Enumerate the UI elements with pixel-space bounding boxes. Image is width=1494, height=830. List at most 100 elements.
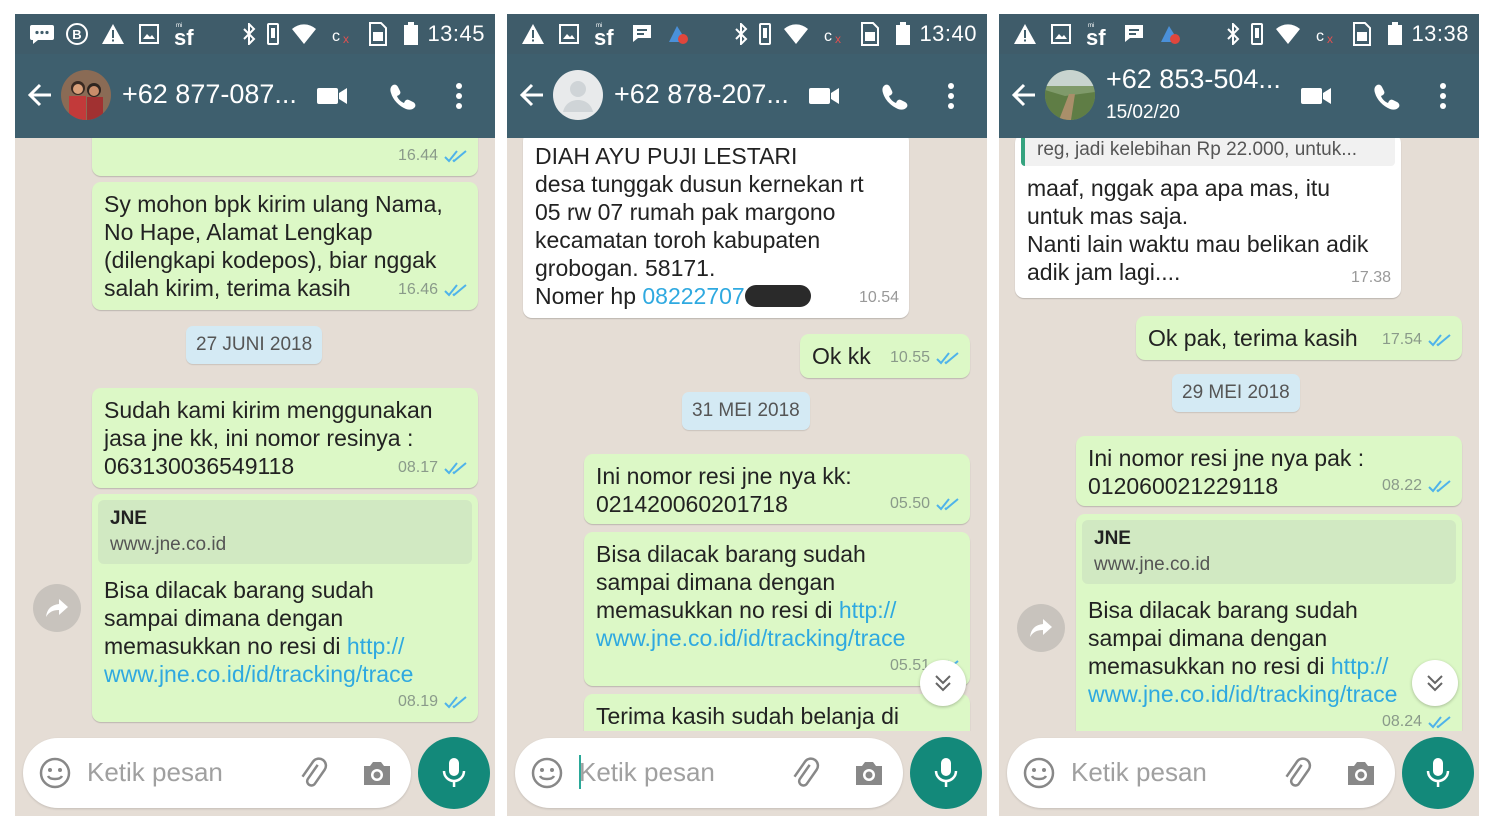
read-ticks-icon bbox=[1428, 334, 1451, 347]
read-ticks-icon bbox=[444, 284, 467, 297]
contact-name[interactable]: +62 853-504... bbox=[1106, 64, 1281, 95]
phone-link[interactable]: 08222707 bbox=[642, 283, 744, 309]
message-input-bar[interactable]: Ketik pesan bbox=[515, 738, 903, 808]
reply-message-bubble[interactable]: reg, jadi kelebihan Rp 22.000, untuk... … bbox=[1015, 138, 1401, 298]
emoji-icon[interactable] bbox=[1023, 757, 1055, 789]
more-options-icon[interactable] bbox=[939, 82, 973, 110]
back-arrow-icon[interactable] bbox=[1011, 80, 1037, 110]
image-icon bbox=[139, 22, 159, 46]
sim-icon bbox=[367, 22, 389, 46]
link-preview-title: JNE bbox=[1094, 528, 1131, 549]
bbm-icon: B bbox=[65, 22, 89, 46]
video-call-icon[interactable] bbox=[807, 82, 841, 110]
message-input[interactable]: Ketik pesan bbox=[87, 757, 223, 788]
forward-button[interactable] bbox=[33, 584, 81, 632]
microphone-icon bbox=[442, 758, 466, 787]
attach-icon[interactable] bbox=[1279, 756, 1313, 790]
message-bubble[interactable]: Sudah kami kirim menggunakan jasa jne kk… bbox=[92, 388, 478, 488]
vibrate-icon bbox=[757, 22, 773, 46]
attach-icon[interactable] bbox=[295, 756, 329, 790]
voice-call-icon[interactable] bbox=[1371, 82, 1405, 110]
svg-text:c: c bbox=[1316, 28, 1324, 44]
link-message-bubble[interactable]: JNE www.jne.co.id Bisa dilacak barang su… bbox=[1076, 514, 1462, 731]
message-text: Bisa dilacak barang sudah sampai dimana … bbox=[104, 577, 374, 659]
read-ticks-icon bbox=[444, 462, 467, 475]
voice-call-icon[interactable] bbox=[879, 82, 913, 110]
message-bubble[interactable]: Terima kasih sudah belanja di bbox=[584, 694, 970, 731]
message-time: 08.22 bbox=[1381, 477, 1422, 494]
message-time: 08.19 bbox=[397, 693, 438, 710]
svg-text:mi: mi bbox=[596, 23, 602, 29]
voice-record-button[interactable] bbox=[418, 737, 490, 809]
avatar[interactable] bbox=[61, 70, 111, 120]
attach-icon[interactable] bbox=[787, 756, 821, 790]
message-bubble-incoming[interactable]: DIAH AYU PUJI LESTARI desa tunggak dusun… bbox=[523, 138, 909, 318]
message-input-bar[interactable]: Ketik pesan bbox=[23, 738, 411, 808]
chat-area[interactable]: reg, jadi kelebihan Rp 22.000, untuk... … bbox=[999, 138, 1479, 731]
message-bubble[interactable]: Ini nomor resi jne nya pak : 01206002122… bbox=[1076, 436, 1462, 506]
link-message-bubble[interactable]: JNE www.jne.co.id Bisa dilacak barang su… bbox=[92, 494, 478, 722]
message-time: 08.17 bbox=[397, 459, 438, 476]
default-avatar[interactable] bbox=[553, 70, 603, 120]
sf-app-icon: sf mi bbox=[593, 22, 621, 47]
wifi-icon bbox=[783, 22, 809, 46]
message-text: Bisa dilacak barang sudah sampai dimana … bbox=[596, 541, 866, 623]
camera-icon[interactable] bbox=[361, 758, 393, 788]
avatar[interactable] bbox=[1045, 70, 1095, 120]
message-input[interactable]: Ketik pesan bbox=[1071, 757, 1207, 788]
messages-notification-icon bbox=[29, 22, 55, 46]
message-bubble[interactable]: Ini nomor resi jne nya kk: 0214200602017… bbox=[584, 454, 970, 524]
camera-icon[interactable] bbox=[853, 758, 885, 788]
message-input-bar[interactable]: Ketik pesan bbox=[1007, 738, 1395, 808]
scroll-to-bottom-button[interactable] bbox=[1412, 660, 1458, 706]
chat-header: +62 878-207... bbox=[507, 54, 987, 138]
bluetooth-icon bbox=[733, 22, 749, 46]
warning-icon bbox=[101, 22, 125, 46]
message-bubble[interactable]: Ok pak, terima kasih 17.54 bbox=[1136, 316, 1462, 360]
video-call-icon[interactable] bbox=[315, 82, 349, 110]
battery-icon bbox=[403, 22, 419, 46]
status-time: 13:40 bbox=[919, 21, 977, 46]
link-preview[interactable]: JNE www.jne.co.id bbox=[1082, 520, 1456, 584]
emoji-icon[interactable] bbox=[39, 757, 71, 789]
contact-name[interactable]: +62 877-087... bbox=[122, 79, 297, 110]
voice-call-icon[interactable] bbox=[387, 82, 421, 110]
double-chevron-down-icon bbox=[1427, 675, 1443, 692]
voice-record-button[interactable] bbox=[910, 737, 982, 809]
svg-text:mi: mi bbox=[176, 23, 182, 29]
read-ticks-icon bbox=[936, 352, 959, 365]
forward-button[interactable] bbox=[1017, 604, 1065, 652]
vibrate-icon bbox=[265, 22, 281, 46]
camera-icon[interactable] bbox=[1345, 758, 1377, 788]
quoted-message[interactable]: reg, jadi kelebihan Rp 22.000, untuk... bbox=[1021, 138, 1395, 166]
status-time: 13:38 bbox=[1411, 21, 1469, 46]
more-options-icon[interactable] bbox=[1431, 82, 1465, 110]
date-divider: 29 MEI 2018 bbox=[1172, 374, 1300, 412]
voice-record-button[interactable] bbox=[1402, 737, 1474, 809]
link-preview[interactable]: JNE www.jne.co.id bbox=[98, 500, 472, 564]
video-call-icon[interactable] bbox=[1299, 82, 1333, 110]
back-arrow-icon[interactable] bbox=[27, 80, 53, 110]
chat-area[interactable]: 16.44 Sy mohon bpk kirim ulang Nama, No … bbox=[15, 138, 495, 731]
contact-name[interactable]: +62 878-207... bbox=[614, 79, 789, 110]
wifi-icon bbox=[291, 22, 317, 46]
chat-area[interactable]: DIAH AYU PUJI LESTARI desa tunggak dusun… bbox=[507, 138, 987, 731]
emoji-icon[interactable] bbox=[531, 757, 563, 789]
sim-icon bbox=[1351, 22, 1373, 46]
message-bubble[interactable]: Sy mohon bpk kirim ulang Nama, No Hape, … bbox=[92, 182, 478, 310]
more-options-icon[interactable] bbox=[447, 82, 481, 110]
chat-header: +62 853-504... 15/02/20 bbox=[999, 54, 1479, 138]
scroll-to-bottom-button[interactable] bbox=[920, 660, 966, 706]
chat-screen-1: B sf mi cx 13:45 +62 877-087... 16.44 Sy … bbox=[15, 14, 495, 816]
svg-text:x: x bbox=[835, 32, 841, 44]
back-arrow-icon[interactable] bbox=[519, 80, 545, 110]
microphone-icon bbox=[1426, 758, 1450, 787]
message-bubble[interactable]: 16.44 bbox=[92, 138, 478, 176]
read-ticks-icon bbox=[444, 696, 467, 709]
no-signal-icon: cx bbox=[823, 22, 849, 46]
message-bubble[interactable]: Bisa dilacak barang sudah sampai dimana … bbox=[584, 532, 970, 686]
phone-label: Nomer hp bbox=[535, 283, 643, 309]
message-input[interactable]: Ketik pesan bbox=[579, 757, 715, 788]
message-bubble[interactable]: Ok kk 10.55 bbox=[800, 334, 970, 378]
read-ticks-icon bbox=[936, 498, 959, 511]
